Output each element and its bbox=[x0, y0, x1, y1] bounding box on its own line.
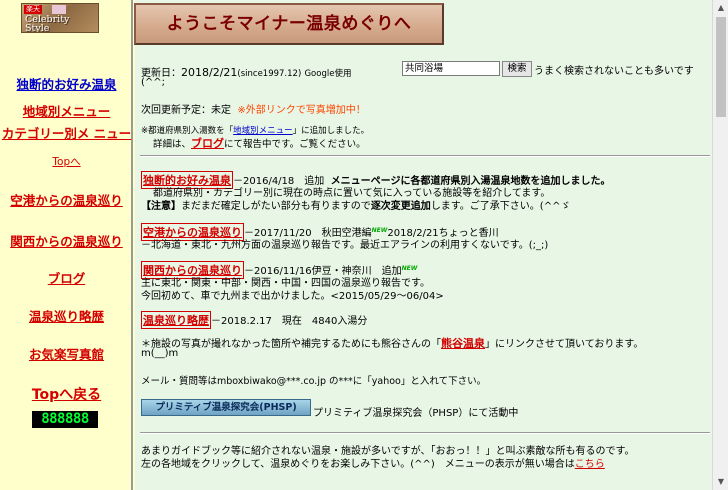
history-link[interactable]: 温泉巡り略歴 bbox=[143, 314, 209, 327]
phsp-text: プリミティブ温泉探究会（PHSP）にて活動中 bbox=[313, 408, 519, 419]
sidebar-item-region-menu[interactable]: 地域別メニュー bbox=[0, 101, 133, 120]
access-counter: 888888 bbox=[32, 411, 98, 428]
new-badge: NEW bbox=[401, 264, 418, 272]
footer-line-2: 左の各地域をクリックして、温泉めぐりをお楽しみ下さい。(^^) メニューの表示が… bbox=[141, 459, 605, 470]
divider-2 bbox=[140, 432, 710, 434]
next-update-line: 次回更新予定：未定 ※外部リンクで写真増加中！ bbox=[141, 105, 366, 116]
update-date-line: 更新日：2018/2/21(since1997.12) Google使用 bbox=[141, 66, 352, 79]
sidebar-item-blog[interactable]: ブログ bbox=[0, 268, 133, 287]
new-badge: NEW bbox=[371, 226, 388, 234]
sidebar-item-top[interactable]: Topへ bbox=[0, 154, 133, 169]
scroll-up-arrow-icon[interactable]: ▲ bbox=[713, 0, 728, 16]
favorite-caution: 【注意】まだまだ確定しがたい部分も有りますので逐次変更追加します。ご了承下さい。… bbox=[141, 201, 571, 212]
divider-1 bbox=[140, 155, 710, 157]
sidebar-item-airport-tour[interactable]: 空港からの温泉巡り bbox=[0, 190, 133, 209]
scroll-thumb[interactable] bbox=[716, 17, 726, 117]
blog-note: 詳細は、ブログにて報告中です。ご覧ください。 bbox=[153, 137, 366, 150]
update-date: 2018/2/21 bbox=[181, 66, 238, 79]
page-title: ようこそマイナー温泉めぐりへ bbox=[134, 3, 444, 45]
phsp-banner-button[interactable]: プリミティブ温泉探究会(PHSP) bbox=[141, 399, 311, 416]
sidebar-item-category-menu[interactable]: カテゴリー別メ ニュー bbox=[0, 127, 133, 140]
kumagaya-onsen-link[interactable]: 熊谷温泉 bbox=[441, 337, 485, 350]
here-link[interactable]: こちら bbox=[575, 459, 605, 470]
rakuten-logo: 楽天 bbox=[24, 5, 42, 14]
scroll-down-arrow-icon[interactable]: ▼ bbox=[713, 474, 728, 490]
external-link-note: ※外部リンクで写真増加中！ bbox=[237, 105, 366, 116]
vertical-scrollbar[interactable]: ▲ ▼ bbox=[712, 0, 728, 490]
search-input[interactable]: 共同浴場 bbox=[402, 61, 500, 76]
sidebar-item-history[interactable]: 温泉巡り略歴 bbox=[0, 306, 133, 325]
sidebar-item-photo-gallery[interactable]: お気楽写真館 bbox=[0, 344, 133, 363]
banner-logo-icon bbox=[52, 5, 66, 14]
search-note-emoticon: (^^; bbox=[141, 77, 166, 88]
kansai-description-2: 今回初めて、車で九州まで出かけました。<2015/05/29～06/04> bbox=[141, 291, 444, 302]
sidebar-item-kansai-tour[interactable]: 関西からの温泉巡り bbox=[0, 231, 133, 250]
search-note: うまく検索されないことも多いです bbox=[534, 66, 694, 77]
left-frame: 楽天 Celebrity Style 独断的お好み温泉 地域別メニュー カテゴリ… bbox=[0, 0, 133, 490]
celebrity-style-banner[interactable]: 楽天 Celebrity Style bbox=[21, 3, 99, 33]
sidebar-item-favorite-onsen[interactable]: 独断的お好み温泉 bbox=[0, 74, 133, 93]
search-button[interactable]: 検索 bbox=[502, 61, 532, 77]
kumagaya-note-2: m(__)m bbox=[141, 348, 179, 359]
sidebar-item-back-to-top[interactable]: Topへ戻る bbox=[0, 384, 133, 404]
banner-title-line2: Style bbox=[25, 23, 50, 33]
section-history: 温泉巡り略歴 －2018.2.17 現在 4840入湯分 bbox=[141, 311, 367, 329]
blog-inline-link[interactable]: ブログ bbox=[191, 137, 224, 150]
mail-note: メール・質問等はmboxbiwako@***.co.jp の***に「yahoo… bbox=[141, 376, 487, 387]
airport-description: －北海道・東北・九州方面の温泉巡り報告です。最近エアラインの利用すくないです。(… bbox=[141, 240, 549, 251]
kumagaya-note: ＊施設の写真が撮れなかった箇所や補完するためにも熊谷さんの「熊谷温泉」にリンクさ… bbox=[141, 337, 644, 350]
